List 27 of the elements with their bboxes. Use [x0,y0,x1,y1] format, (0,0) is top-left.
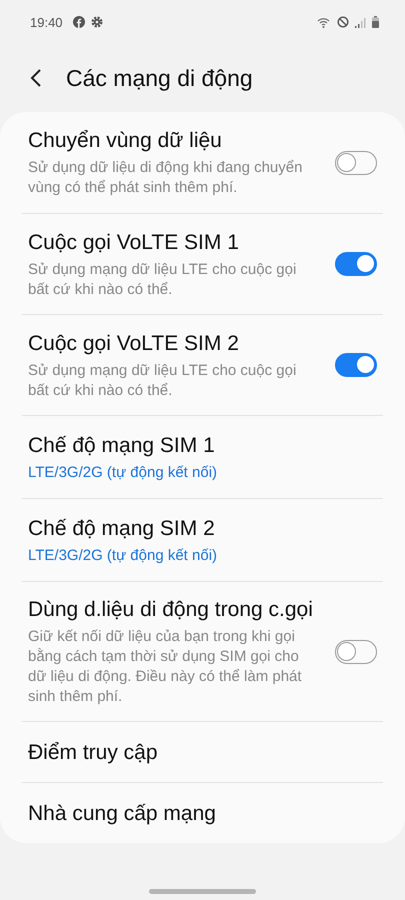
settings-icon [90,16,103,28]
setting-title: Cuộc gọi VoLTE SIM 1 [28,230,240,256]
status-time: 19:40 [30,14,63,30]
back-icon[interactable] [30,68,42,88]
wifi-icon [317,16,331,28]
setting-description: Sử dụng dữ liệu di động khi đang chuyển vùng có thể phát sinh thêm phí. [28,158,304,198]
setting-title[interactable]: Điểm truy cập [28,738,158,766]
setting-value: LTE/3G/2G (tự động kết nối) [28,462,218,482]
toggle-switch[interactable] [335,252,377,276]
setting-title[interactable]: Nhà cung cấp mạng [28,800,216,826]
battery-icon [372,16,379,28]
blocked-icon [337,16,349,28]
signal-icon [355,16,366,28]
page-title: Các mạng di động [66,64,253,92]
setting-title: Cuộc gọi VoLTE SIM 2 [28,330,240,356]
social-app-icon [72,16,85,28]
setting-description: Sử dụng mạng dữ liệu LTE cho cuộc gọi bất cứ khi nào có thể. [28,260,298,300]
setting-value: LTE/3G/2G (tự động kết nối) [28,546,218,566]
toggle-switch[interactable] [335,150,377,174]
setting-description: Giữ kết nối dữ liệu của bạn trong khi gọi bằng cách tạm thời sử dụng SIM gọi cho dữ liệu di động. Điều này có thể làm phát sinh thêm phí. [28,627,303,707]
toggle-switch[interactable] [335,640,377,664]
setting-title: Dùng d.liệu di động trong c.gọi [28,597,314,623]
setting-description: Sử dụng mạng dữ liệu LTE cho cuộc gọi bất cứ khi nào có thể. [28,360,298,400]
setting-title: Chuyển vùng dữ liệu [28,128,223,154]
setting-title[interactable]: Chế độ mạng SIM 2 [28,514,316,542]
toggle-switch[interactable] [335,353,377,377]
setting-title[interactable]: Chế độ mạng SIM 1 [28,432,316,458]
